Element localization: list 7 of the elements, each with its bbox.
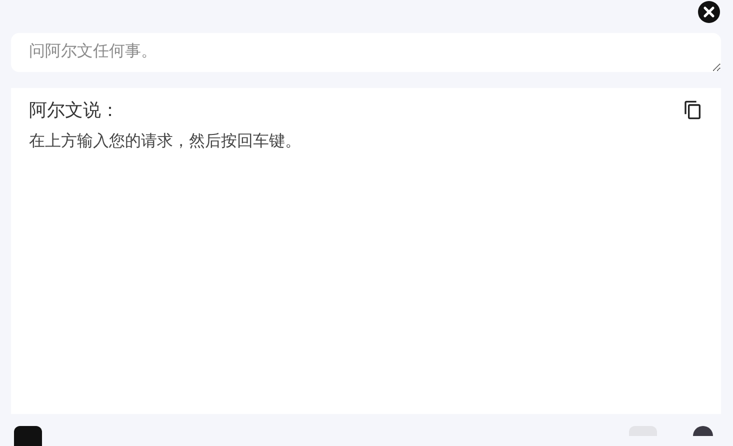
response-title: 阿尔文说：: [29, 98, 119, 122]
close-button[interactable]: [697, 0, 721, 24]
response-text: 在上方输入您的请求，然后按回车键。: [29, 130, 302, 152]
prompt-field[interactable]: 问阿尔文任何事。: [11, 32, 721, 72]
copy-button[interactable]: [683, 100, 703, 120]
close-icon: [697, 0, 721, 24]
copy-icon: [683, 100, 703, 120]
